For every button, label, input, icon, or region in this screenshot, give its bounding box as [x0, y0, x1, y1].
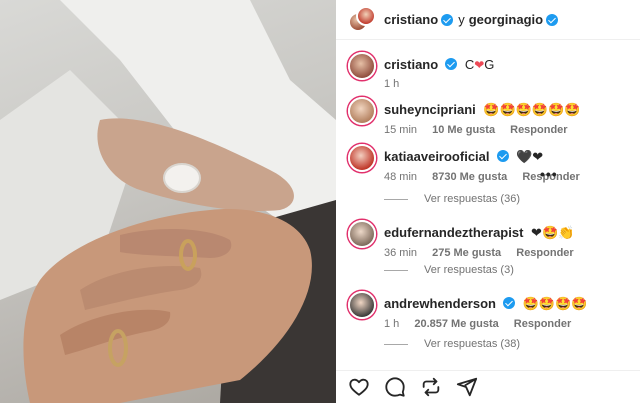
comment-likes[interactable]: 10 Me gusta [432, 124, 495, 136]
comment-icon[interactable] [384, 376, 406, 398]
post-photo[interactable] [0, 0, 336, 403]
reply-button[interactable]: Responder [510, 124, 567, 136]
verified-icon [445, 58, 458, 70]
header-user2[interactable]: georginagio [469, 12, 543, 27]
red-heart-icon: ❤ [474, 58, 485, 72]
reply-button[interactable]: Responder [516, 247, 573, 259]
avatar[interactable] [348, 144, 376, 172]
comment-username[interactable]: edufernandeztherapist [384, 225, 523, 240]
comment-text: 🤩🤩🤩🤩 [522, 297, 588, 312]
header-connector: y [458, 12, 465, 27]
header-user1[interactable]: cristiano [384, 12, 438, 27]
post-side-panel: cristiano y georginagio cristiano C❤G 1 … [336, 0, 640, 403]
share-icon[interactable] [456, 376, 478, 398]
view-replies-label: Ver respuestas (36) [424, 193, 520, 205]
comment-time[interactable]: 1 h [384, 318, 399, 330]
verified-icon [546, 13, 559, 26]
divider [384, 198, 408, 200]
caption-time[interactable]: 1 h [384, 78, 399, 90]
comment-username[interactable]: suheyncipriani [384, 102, 476, 117]
avatar[interactable] [348, 52, 376, 80]
verified-icon [496, 150, 509, 162]
view-replies-label: Ver respuestas (3) [424, 264, 514, 276]
caption-text-left: C [464, 57, 475, 72]
post-actions-bar [336, 370, 640, 403]
verified-icon [502, 297, 515, 309]
instagram-post: cristiano y georginagio cristiano C❤G 1 … [0, 0, 640, 403]
heart-icon[interactable] [348, 376, 370, 398]
view-replies-button[interactable]: Ver respuestas (38) [384, 338, 520, 350]
comment-text: ❤🤩👏 [531, 226, 575, 241]
comment-username[interactable]: andrewhenderson [384, 296, 496, 311]
comment-time[interactable]: 48 min [384, 171, 417, 183]
view-replies-label: Ver respuestas (38) [424, 338, 520, 350]
avatar[interactable] [348, 220, 376, 248]
collab-avatars[interactable] [348, 5, 376, 34]
comment-likes[interactable]: 20.857 Me gusta [414, 318, 498, 330]
repost-icon[interactable] [420, 376, 442, 398]
comment-username[interactable]: katiaaveirooficial [384, 149, 490, 164]
comment-likes[interactable]: 275 Me gusta [432, 247, 501, 259]
comment-time[interactable]: 15 min [384, 124, 417, 136]
caption-username[interactable]: cristiano [384, 57, 438, 72]
avatar-cristiano [356, 5, 376, 26]
post-header: cristiano y georginagio [336, 0, 640, 40]
avatar[interactable] [348, 97, 376, 125]
view-replies-button[interactable]: Ver respuestas (36) [384, 193, 520, 205]
avatar[interactable] [348, 291, 376, 319]
verified-icon [441, 13, 454, 26]
comment-text: 🖤❤ [516, 150, 544, 165]
reply-button[interactable]: Responder [514, 318, 571, 330]
more-options-icon[interactable]: ••• [540, 166, 558, 182]
comment-likes[interactable]: 8730 Me gusta [432, 171, 507, 183]
view-replies-button[interactable]: Ver respuestas (3) [384, 264, 514, 276]
caption-text-right: G [484, 57, 495, 72]
divider [384, 269, 408, 271]
comment-time[interactable]: 36 min [384, 247, 417, 259]
divider [384, 343, 408, 345]
comment-text: 🤩🤩🤩🤩🤩🤩 [483, 103, 581, 118]
hands-with-rings-image [0, 0, 336, 403]
